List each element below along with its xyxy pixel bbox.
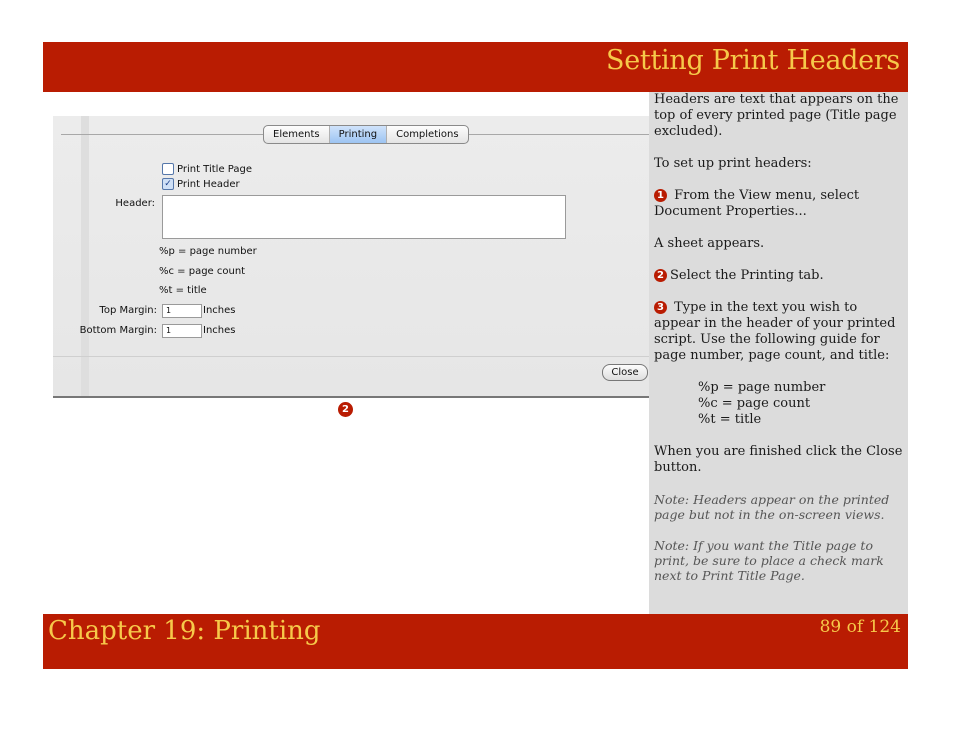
tab-bar: Elements Printing Completions (263, 125, 469, 144)
page-title: Setting Print Headers (606, 45, 900, 76)
step-3-text: Type in the text you wish to appear in t… (654, 300, 896, 363)
bottom-margin-label: Bottom Margin: (79, 325, 157, 336)
step-2: 2 Select the Printing tab. (654, 268, 906, 284)
header-field-label: Header: (115, 198, 155, 209)
print-title-page-label: Print Title Page (177, 163, 252, 175)
dialog-divider (53, 356, 649, 357)
code-list: %p = page number %c = page count %t = ti… (698, 380, 906, 428)
background-sidebar (81, 116, 89, 396)
setup-text: To set up print headers: (654, 156, 812, 171)
tab-divider-left (61, 134, 263, 135)
print-header-option[interactable]: ✓ Print Header (162, 178, 240, 190)
tab-completions[interactable]: Completions (387, 126, 468, 143)
tab-divider-right (463, 134, 649, 135)
top-margin-unit: Inches (203, 305, 236, 316)
footer-bar: Chapter 19: Printing 89 of 124 (43, 614, 908, 669)
header-bar: Setting Print Headers (43, 42, 908, 92)
header-input[interactable] (162, 195, 566, 239)
print-header-checkbox[interactable]: ✓ (162, 178, 174, 190)
tab-printing[interactable]: Printing (329, 126, 388, 143)
finish-text: When you are finished click the Close bu… (654, 444, 903, 475)
step-1-text: From the View menu, select Document Prop… (654, 188, 860, 219)
code-page-count: %c = page count (698, 396, 811, 411)
code-title: %t = title (698, 412, 762, 427)
close-button[interactable]: Close (602, 364, 648, 381)
tab-elements[interactable]: Elements (264, 126, 330, 143)
bottom-margin-unit: Inches (203, 325, 236, 336)
step-1-badge: 1 (654, 189, 667, 202)
step-2-marker: 2 (338, 402, 353, 417)
hint-title: %t = title (159, 285, 207, 296)
hint-page-count: %c = page count (159, 266, 246, 277)
step-2-text: Select the Printing tab. (670, 268, 824, 283)
print-header-label: Print Header (177, 178, 240, 190)
instructions-text: Headers are text that appears on the top… (654, 92, 906, 599)
note-on-screen: Note: Headers appear on the printed page… (654, 492, 890, 522)
sheet-text: A sheet appears. (654, 236, 765, 251)
document-properties-sheet: Elements Printing Completions Print Titl… (53, 116, 649, 398)
step-1: 1 From the View menu, select Document Pr… (654, 188, 906, 220)
code-page-number: %p = page number (698, 380, 826, 395)
top-margin-label: Top Margin: (99, 305, 157, 316)
note-title-page: Note: If you want the Title page to prin… (654, 538, 884, 583)
bottom-margin-input[interactable]: 1 (162, 324, 202, 338)
step-3: 3 Type in the text you wish to appear in… (654, 300, 906, 364)
hint-page-number: %p = page number (159, 246, 257, 257)
step-2-badge: 2 (654, 269, 667, 282)
chapter-title: Chapter 19: Printing (48, 616, 321, 646)
top-margin-input[interactable]: 1 (162, 304, 202, 318)
print-title-page-option[interactable]: Print Title Page (162, 163, 252, 175)
print-title-page-checkbox[interactable] (162, 163, 174, 175)
step-3-badge: 3 (654, 301, 667, 314)
page-number: 89 of 124 (819, 617, 901, 637)
intro-text: Headers are text that appears on the top… (654, 92, 899, 139)
